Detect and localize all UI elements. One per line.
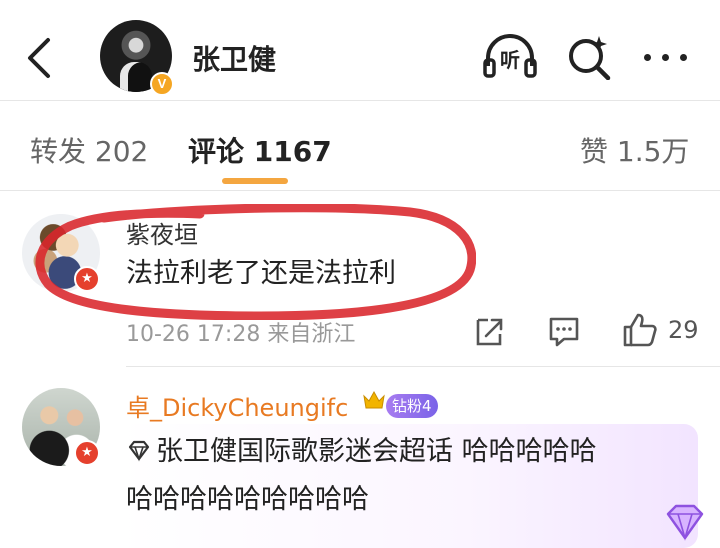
top-nav-bar: V 张卫健 听 (0, 0, 720, 100)
search-button[interactable] (566, 34, 612, 81)
comment-username[interactable]: 卓_DickyCheungifc (126, 388, 348, 423)
share-button[interactable] (474, 312, 504, 348)
listen-label: 听 (500, 48, 520, 72)
more-dot-icon (680, 54, 687, 61)
back-button[interactable] (22, 36, 62, 80)
page-title[interactable]: 张卫健 (192, 38, 276, 78)
fan-level-badge[interactable]: 钻粉4 (386, 394, 438, 418)
active-tab-indicator (222, 178, 288, 184)
star-badge-icon: ★ (74, 440, 100, 466)
diamond-icon (128, 440, 150, 462)
listen-button[interactable]: 听 (482, 32, 538, 82)
more-button[interactable] (642, 42, 690, 72)
comment-text[interactable]: 法拉利老了还是法拉利 (126, 252, 396, 296)
more-dot-icon (662, 54, 669, 61)
tabs-divider (0, 190, 720, 191)
more-dot-icon (644, 54, 651, 61)
thumbs-up-icon (623, 313, 657, 347)
comment-username[interactable]: 紫夜垣 (126, 215, 198, 250)
comment-text-line: 哈哈哈哈哈哈哈哈哈 (126, 484, 369, 515)
verified-badge: V (150, 72, 174, 96)
comment-text-line: 张卫健国际歌影迷会超话 哈哈哈哈哈 (156, 430, 597, 474)
diamond-emblem-icon (666, 504, 704, 541)
crown-icon (363, 390, 385, 409)
like-count: 29 (668, 316, 699, 344)
share-icon (476, 318, 503, 346)
search-sparkle-icon (569, 36, 611, 81)
tab-likes[interactable]: 赞 1.5万 (580, 130, 689, 170)
back-arrow-icon (28, 38, 50, 78)
comment-divider (126, 366, 720, 367)
star-badge-icon: ★ (74, 266, 100, 292)
tab-reposts[interactable]: 转发 202 (30, 130, 148, 170)
header-divider (0, 100, 720, 101)
like-button[interactable] (622, 312, 658, 348)
comment-meta: 10-26 17:28 来自浙江 (126, 322, 356, 347)
reply-button[interactable] (548, 312, 580, 348)
comment-icon (549, 317, 579, 347)
supertopic-link[interactable]: 张卫健国际歌影迷会超话 (156, 436, 453, 467)
comment-text-segment: 哈哈哈哈哈 (453, 436, 597, 467)
tab-comments[interactable]: 评论 1167 (188, 130, 332, 170)
tab-bar: 转发 202 评论 1167 赞 1.5万 (0, 102, 720, 188)
